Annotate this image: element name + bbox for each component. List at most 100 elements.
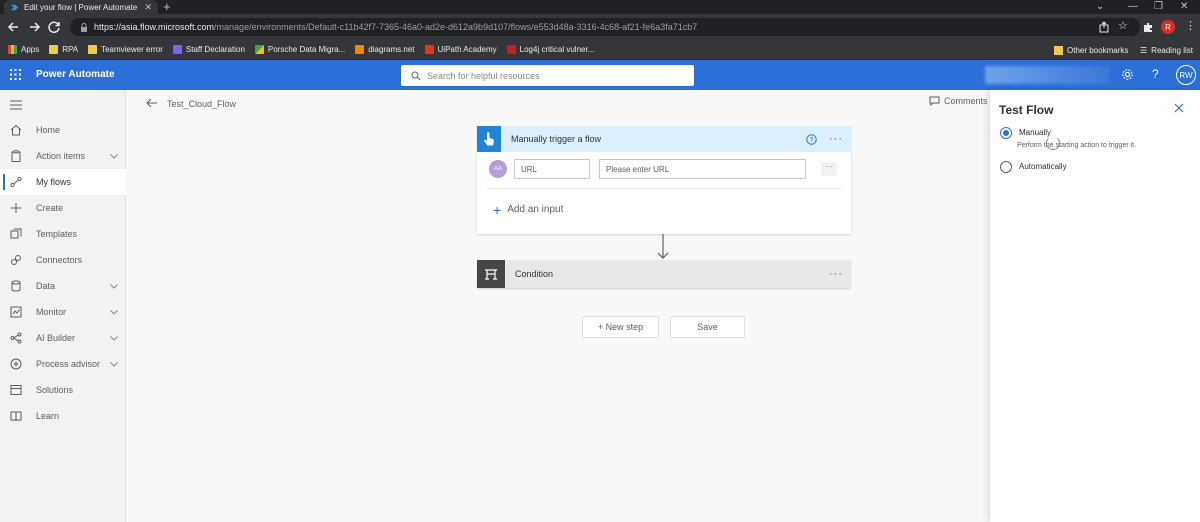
- nav-item-my-flows[interactable]: My flows: [0, 169, 126, 195]
- browser-tab[interactable]: Edit your flow | Power Automate ✕: [4, 0, 158, 14]
- input-more-options-icon[interactable]: ···: [821, 162, 837, 176]
- test-flow-panel: Test Flow Manually Perform the starting …: [990, 90, 1200, 522]
- news-icon: [506, 45, 516, 54]
- nav-item-monitor[interactable]: Monitor: [0, 299, 126, 325]
- chevron-down-icon: [110, 283, 118, 289]
- profile-avatar[interactable]: R: [1161, 20, 1175, 34]
- reading-list[interactable]: ☰ Reading list: [1140, 40, 1193, 60]
- restore-icon[interactable]: ❐: [1154, 0, 1163, 14]
- browser-tab-bar: Edit your flow | Power Automate ✕ + ⌄ — …: [0, 0, 1200, 14]
- radio-manually-label: Manually: [1019, 128, 1052, 137]
- bookmark-label: Teamviewer error: [101, 45, 163, 54]
- add-input-label: Add an input: [507, 204, 564, 215]
- book-icon: [10, 411, 22, 422]
- reading-list-label: Reading list: [1151, 45, 1193, 55]
- minimize-icon[interactable]: —: [1128, 0, 1138, 14]
- nav-item-ai-builder[interactable]: AI Builder: [0, 325, 126, 351]
- save-button[interactable]: Save: [670, 316, 745, 338]
- nav-item-solutions[interactable]: Solutions: [0, 377, 126, 403]
- bookmark-diagrams[interactable]: diagrams.net: [355, 45, 415, 54]
- other-bookmarks[interactable]: Other bookmarks: [1054, 40, 1128, 60]
- app-name[interactable]: Power Automate: [36, 69, 115, 80]
- radio-automatically[interactable]: Automatically: [1000, 161, 1067, 173]
- folder-icon: [1054, 45, 1063, 55]
- uipath-icon: [424, 45, 434, 54]
- left-nav: Home Action items My flows Create Templa…: [0, 90, 126, 522]
- bookmark-porsche[interactable]: Porsche Data Migra...: [254, 45, 345, 54]
- settings-gear-icon[interactable]: [1121, 68, 1134, 81]
- input-name-field[interactable]: [514, 159, 590, 179]
- diagrams-icon: [355, 45, 365, 54]
- bookmark-star-icon[interactable]: ☆: [1118, 19, 1128, 32]
- search-input[interactable]: [427, 70, 677, 81]
- back-icon[interactable]: [6, 19, 22, 35]
- condition-more-options-icon[interactable]: ···: [829, 268, 843, 280]
- share-icon[interactable]: [1098, 21, 1110, 33]
- new-step-button[interactable]: + New step: [582, 316, 659, 338]
- database-icon: [11, 280, 21, 292]
- radio-automatically-button[interactable]: [1000, 161, 1012, 173]
- extensions-icon[interactable]: [1142, 21, 1154, 33]
- app-header: Power Automate ? RW: [0, 60, 1200, 90]
- forward-icon[interactable]: [26, 19, 42, 35]
- search-icon: [411, 71, 421, 80]
- nav-item-data[interactable]: Data: [0, 273, 126, 299]
- nav-item-label: Connectors: [36, 255, 83, 265]
- bookmark-staff[interactable]: Staff Declaration: [172, 45, 245, 54]
- bookmarks-bar: Apps RPA Teamviewer error Staff Declarat…: [0, 40, 1200, 60]
- radio-manually[interactable]: Manually: [1000, 127, 1051, 139]
- back-arrow-icon[interactable]: [146, 98, 158, 108]
- nav-item-label: Monitor: [36, 307, 67, 317]
- address-bar[interactable]: https://asia.flow.microsoft.com/manage/e…: [70, 18, 1140, 36]
- nav-item-label: Action items: [36, 151, 86, 161]
- bookmark-teamviewer[interactable]: Teamviewer error: [88, 45, 163, 54]
- home-icon: [10, 124, 22, 136]
- nav-item-home[interactable]: Home: [0, 117, 126, 143]
- templates-icon: [10, 228, 22, 239]
- radio-manually-description: Perform the starting action to trigger i…: [1017, 142, 1137, 149]
- bookmark-uipath[interactable]: UiPath Academy: [424, 45, 497, 54]
- manual-trigger-icon: [477, 126, 501, 152]
- close-tab-icon[interactable]: ✕: [144, 2, 152, 13]
- url-text: https://asia.flow.microsoft.com/manage/e…: [94, 22, 697, 32]
- bookmark-apps[interactable]: Apps: [8, 45, 39, 54]
- help-circle-icon[interactable]: ?: [806, 133, 817, 145]
- search-box[interactable]: [401, 65, 694, 86]
- input-type-icon: AA: [489, 160, 507, 178]
- nav-item-learn[interactable]: Learn: [0, 403, 126, 429]
- browser-menu-icon[interactable]: ⋮: [1185, 19, 1196, 32]
- user-avatar[interactable]: RW: [1176, 65, 1196, 85]
- nav-item-label: Data: [36, 281, 56, 291]
- trigger-more-options-icon[interactable]: ···: [829, 133, 843, 145]
- reload-icon[interactable]: [46, 19, 62, 35]
- new-tab-icon[interactable]: +: [163, 0, 171, 13]
- bookmark-log4j[interactable]: Log4j critical vulner...: [506, 45, 594, 54]
- environment-picker[interactable]: [985, 66, 1110, 84]
- nav-item-process-advisor[interactable]: Process advisor: [0, 351, 126, 377]
- solutions-icon: [10, 385, 22, 395]
- nav-item-templates[interactable]: Templates: [0, 221, 126, 247]
- nav-item-create[interactable]: Create: [0, 195, 126, 221]
- nav-item-connectors[interactable]: Connectors: [0, 247, 126, 273]
- app-launcher-icon[interactable]: [10, 69, 21, 80]
- trigger-card-header[interactable]: Manually trigger a flow ? ···: [477, 126, 851, 152]
- radio-manually-button[interactable]: [1000, 127, 1012, 139]
- add-input-button[interactable]: + Add an input: [493, 203, 564, 217]
- hamburger-menu-icon[interactable]: [10, 100, 22, 110]
- close-window-icon[interactable]: ✕: [1180, 0, 1188, 14]
- input-description-field[interactable]: [599, 159, 806, 179]
- flow-designer-canvas: Test_Cloud_Flow Comments Manually trigge…: [126, 90, 990, 522]
- nav-item-label: AI Builder: [36, 333, 76, 343]
- condition-card[interactable]: Condition ···: [477, 260, 851, 288]
- comment-icon: [929, 96, 940, 106]
- bookmark-label: Apps: [21, 45, 40, 54]
- help-icon[interactable]: ?: [1152, 67, 1159, 81]
- nav-item-action-items[interactable]: Action items: [0, 143, 126, 169]
- comments-button[interactable]: Comments: [929, 96, 988, 106]
- flow-name[interactable]: Test_Cloud_Flow: [167, 99, 236, 109]
- close-icon[interactable]: [1174, 103, 1184, 113]
- chevron-down-icon: [110, 153, 118, 159]
- bookmark-rpa[interactable]: RPA: [49, 45, 78, 54]
- folder-icon: [49, 45, 59, 54]
- tab-search-icon[interactable]: ⌄: [1096, 0, 1104, 14]
